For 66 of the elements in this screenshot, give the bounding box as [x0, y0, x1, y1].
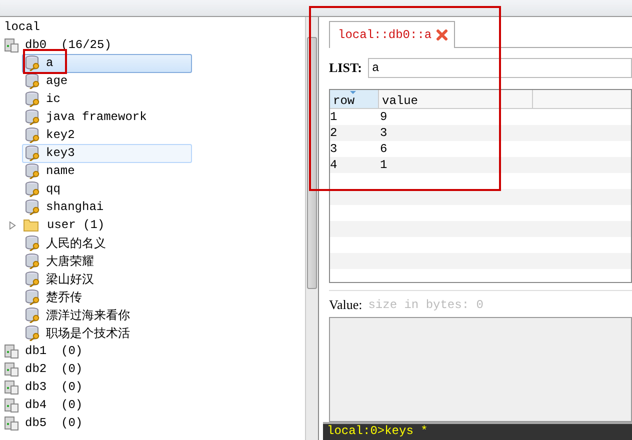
key-database-icon [25, 127, 41, 143]
scrollbar[interactable] [305, 17, 318, 440]
server-icon [4, 343, 20, 359]
table-cell: 3 [380, 126, 388, 140]
key-item[interactable]: 大唐荣耀 [22, 252, 192, 270]
key-database-icon [25, 289, 41, 305]
key-item[interactable]: age [22, 72, 192, 90]
table-cell: 1 [380, 158, 388, 172]
database-item[interactable]: db3 (0) [25, 380, 83, 394]
database-item[interactable]: db0 (16/25) [25, 38, 112, 52]
table-cell-text: 2 [330, 126, 338, 140]
server-icon [4, 415, 20, 431]
key-item[interactable]: 楚乔传 [22, 288, 192, 306]
database-item[interactable]: db1 (0) [25, 344, 83, 358]
tree-root[interactable]: local [4, 20, 40, 34]
server-icon [4, 37, 20, 53]
table-cell-text: 4 [330, 158, 338, 172]
key-database-icon [25, 235, 41, 251]
tab[interactable]: local::db0::a [329, 21, 455, 48]
key-database-icon [25, 109, 41, 125]
key-database-icon [25, 181, 41, 197]
annotation-box [23, 49, 67, 74]
console-command: local:0>keys * [327, 424, 428, 438]
server-icon [4, 379, 20, 395]
key-item[interactable]: key3 [22, 144, 192, 162]
expand-arrow-icon[interactable] [9, 220, 16, 230]
key-name-field[interactable]: a [368, 58, 632, 78]
key-item[interactable]: name [22, 162, 192, 180]
table-cell: 9 [380, 110, 388, 124]
key-item[interactable]: shanghai [22, 198, 192, 216]
key-database-icon [25, 163, 41, 179]
key-database-icon [25, 199, 41, 215]
key-database-icon [25, 271, 41, 287]
column-header[interactable]: value [379, 90, 533, 108]
key-item[interactable]: 梁山好汉 [22, 270, 192, 288]
key-database-icon [25, 145, 41, 161]
key-item[interactable]: java framework [22, 108, 192, 126]
column-header[interactable]: row [330, 90, 379, 108]
key-item[interactable]: a [22, 54, 192, 72]
key-item[interactable]: ic [22, 90, 192, 108]
key-database-icon [25, 91, 41, 107]
key-item[interactable]: key2 [22, 126, 192, 144]
value-area[interactable] [329, 317, 632, 422]
key-database-icon [25, 307, 41, 323]
size-hint: size in bytes: 0 [368, 298, 484, 312]
server-icon [4, 361, 20, 377]
key-item[interactable]: 人民的名义 [22, 234, 192, 252]
key-item[interactable]: qq [22, 180, 192, 198]
key-database-icon [25, 55, 41, 71]
list-label: LIST: [329, 60, 362, 76]
database-item[interactable]: db2 (0) [25, 362, 83, 376]
key-database-icon [25, 325, 41, 341]
key-database-icon [25, 73, 41, 89]
folder-icon [23, 217, 39, 233]
key-item[interactable]: 漂洋过海来看你 [22, 306, 192, 324]
close-icon[interactable] [436, 29, 448, 41]
database-item[interactable]: db4 (0) [25, 398, 83, 412]
key-item[interactable]: 职场是个技术活 [22, 324, 192, 342]
key-database-icon [25, 253, 41, 269]
value-label: Value: [329, 297, 362, 313]
table-cell-text: 3 [330, 142, 338, 156]
table-cell: 6 [380, 142, 388, 156]
server-icon [4, 397, 20, 413]
folder-item[interactable]: user (1) [44, 217, 108, 233]
table-cell-text: 1 [330, 110, 338, 124]
database-item[interactable]: db5 (0) [25, 416, 83, 430]
